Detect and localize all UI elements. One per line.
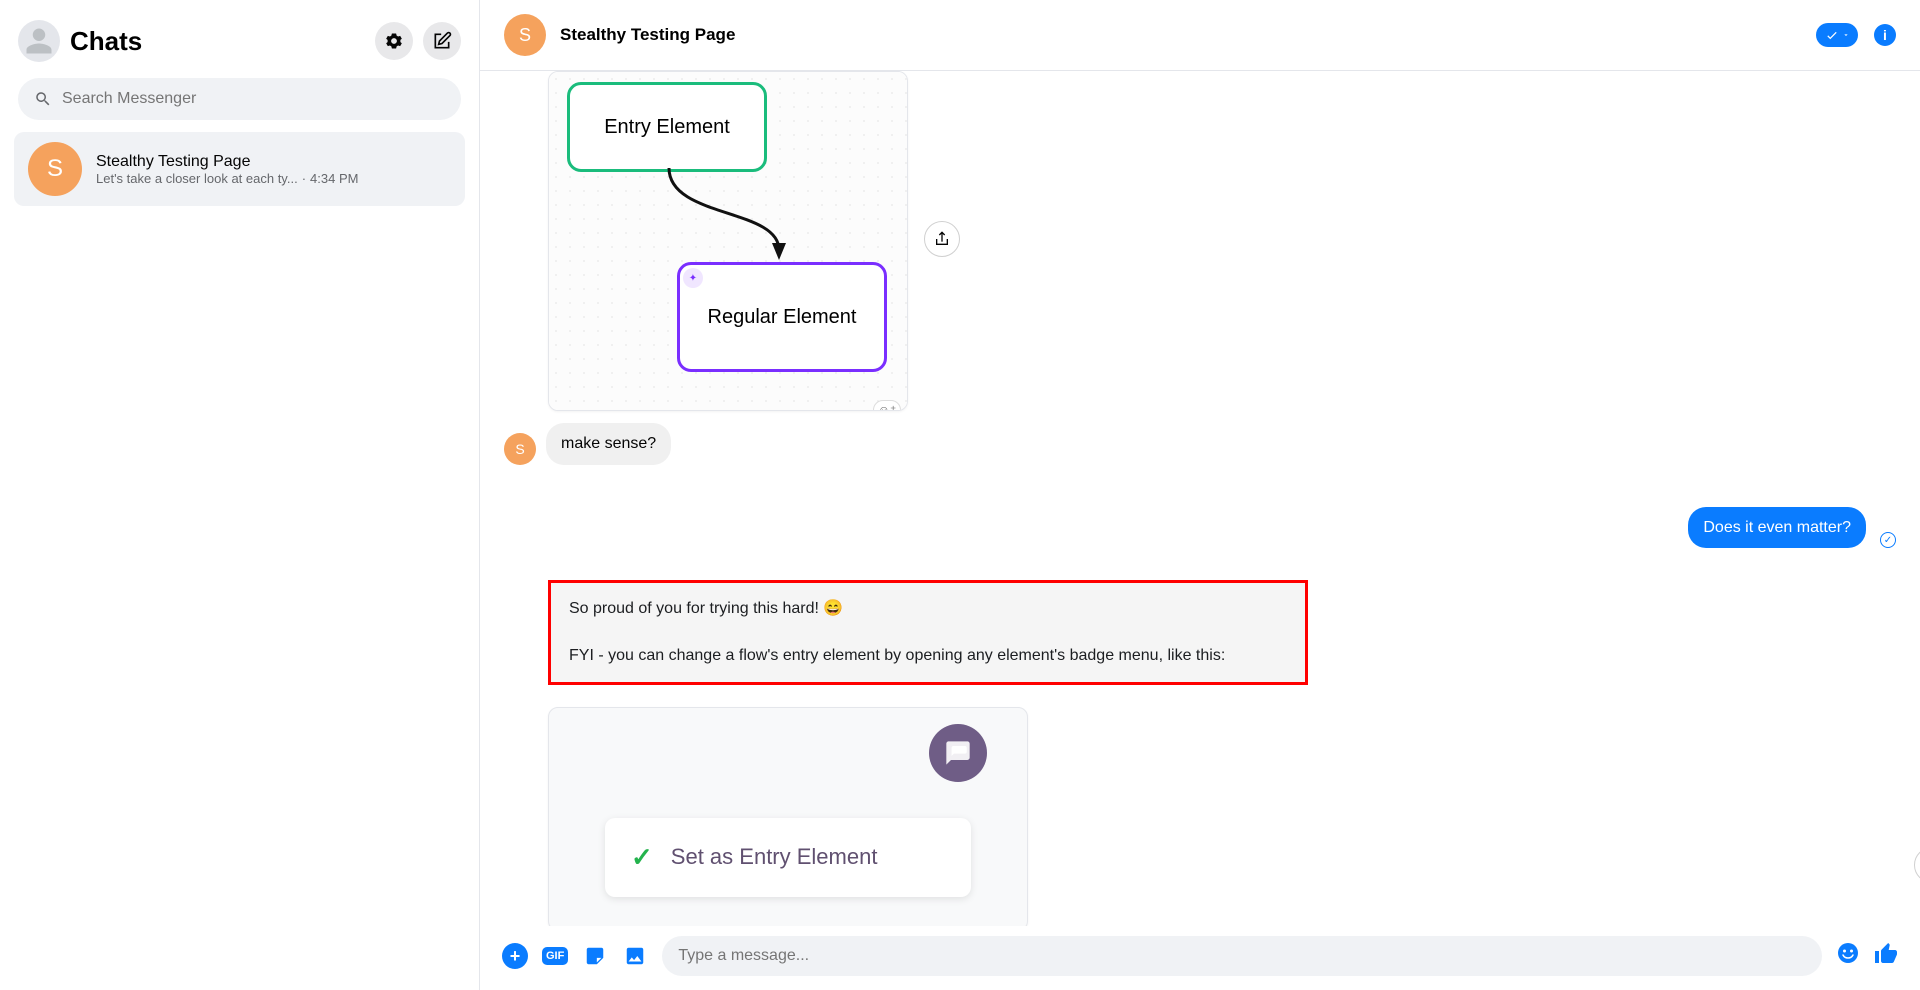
conversation-list: S Stealthy Testing Page Let's take a clo… (0, 130, 479, 990)
composer: + GIF (480, 926, 1920, 990)
attachment-badge-menu[interactable]: ✓ Set as Entry Element (548, 707, 1028, 926)
gif-button[interactable]: GIF (542, 947, 568, 965)
info-button[interactable]: i (1874, 24, 1896, 46)
reaction-add-icon[interactable]: ☺⁺ (873, 400, 901, 411)
diagram-entry-box: Entry Element (567, 82, 767, 172)
header-title[interactable]: Stealthy Testing Page (560, 25, 1802, 45)
attachment-flow-diagram[interactable]: Entry Element Regular Element ✦ ☺⁺ (548, 71, 908, 411)
message-input[interactable] (662, 936, 1822, 976)
settings-button[interactable] (375, 22, 413, 60)
delivered-icon: ✓ (1880, 532, 1896, 548)
main-panel: S Stealthy Testing Page i Entry Element (480, 0, 1920, 990)
badge-menu-item: ✓ Set as Entry Element (605, 818, 971, 897)
conversation-item[interactable]: S Stealthy Testing Page Let's take a clo… (14, 132, 465, 206)
message-avatar: S (504, 433, 536, 465)
diagram-badge-icon: ✦ (683, 268, 703, 288)
highlighted-line-2: FYI - you can change a flow's entry elem… (569, 644, 1287, 667)
done-badge[interactable] (1816, 23, 1858, 47)
conversation-header: S Stealthy Testing Page i (480, 0, 1920, 71)
message-list: Entry Element Regular Element ✦ ☺⁺ S mak… (480, 71, 1920, 926)
diagram-regular-box: Regular Element (677, 262, 887, 372)
check-icon: ✓ (631, 842, 653, 873)
sidebar: Chats S Stealthy Testing Page Let's t (0, 0, 480, 990)
chat-bubble-icon (929, 724, 987, 782)
highlighted-message: So proud of you for trying this hard! 😄 … (548, 580, 1308, 684)
sidebar-title: Chats (70, 26, 365, 57)
highlighted-line-1: So proud of you for trying this hard! 😄 (569, 597, 1287, 620)
message-incoming: S make sense? (504, 423, 1896, 465)
message-bubble[interactable]: make sense? (546, 423, 671, 465)
badge-menu-label: Set as Entry Element (671, 844, 878, 870)
search-icon (34, 90, 52, 108)
share-button[interactable] (1914, 847, 1920, 883)
share-button[interactable] (924, 221, 960, 257)
search-input[interactable] (62, 90, 445, 108)
emoji-button[interactable] (1836, 941, 1860, 971)
conversation-name: Stealthy Testing Page (96, 153, 451, 171)
compose-button[interactable] (423, 22, 461, 60)
sidebar-header: Chats (0, 0, 479, 72)
user-avatar[interactable] (18, 20, 60, 62)
header-avatar[interactable]: S (504, 14, 546, 56)
diagram-arrow (659, 168, 819, 268)
conversation-snippet: Let's take a closer look at each ty... (96, 171, 298, 186)
sticker-button[interactable] (582, 943, 608, 969)
like-button[interactable] (1874, 942, 1898, 971)
photo-button[interactable] (622, 943, 648, 969)
message-bubble[interactable]: Does it even matter? (1688, 507, 1866, 549)
add-button[interactable]: + (502, 943, 528, 969)
search-box[interactable] (18, 78, 461, 120)
message-outgoing: Does it even matter? ✓ (504, 507, 1896, 549)
conversation-time: 4:34 PM (310, 171, 358, 186)
conversation-avatar: S (28, 142, 82, 196)
